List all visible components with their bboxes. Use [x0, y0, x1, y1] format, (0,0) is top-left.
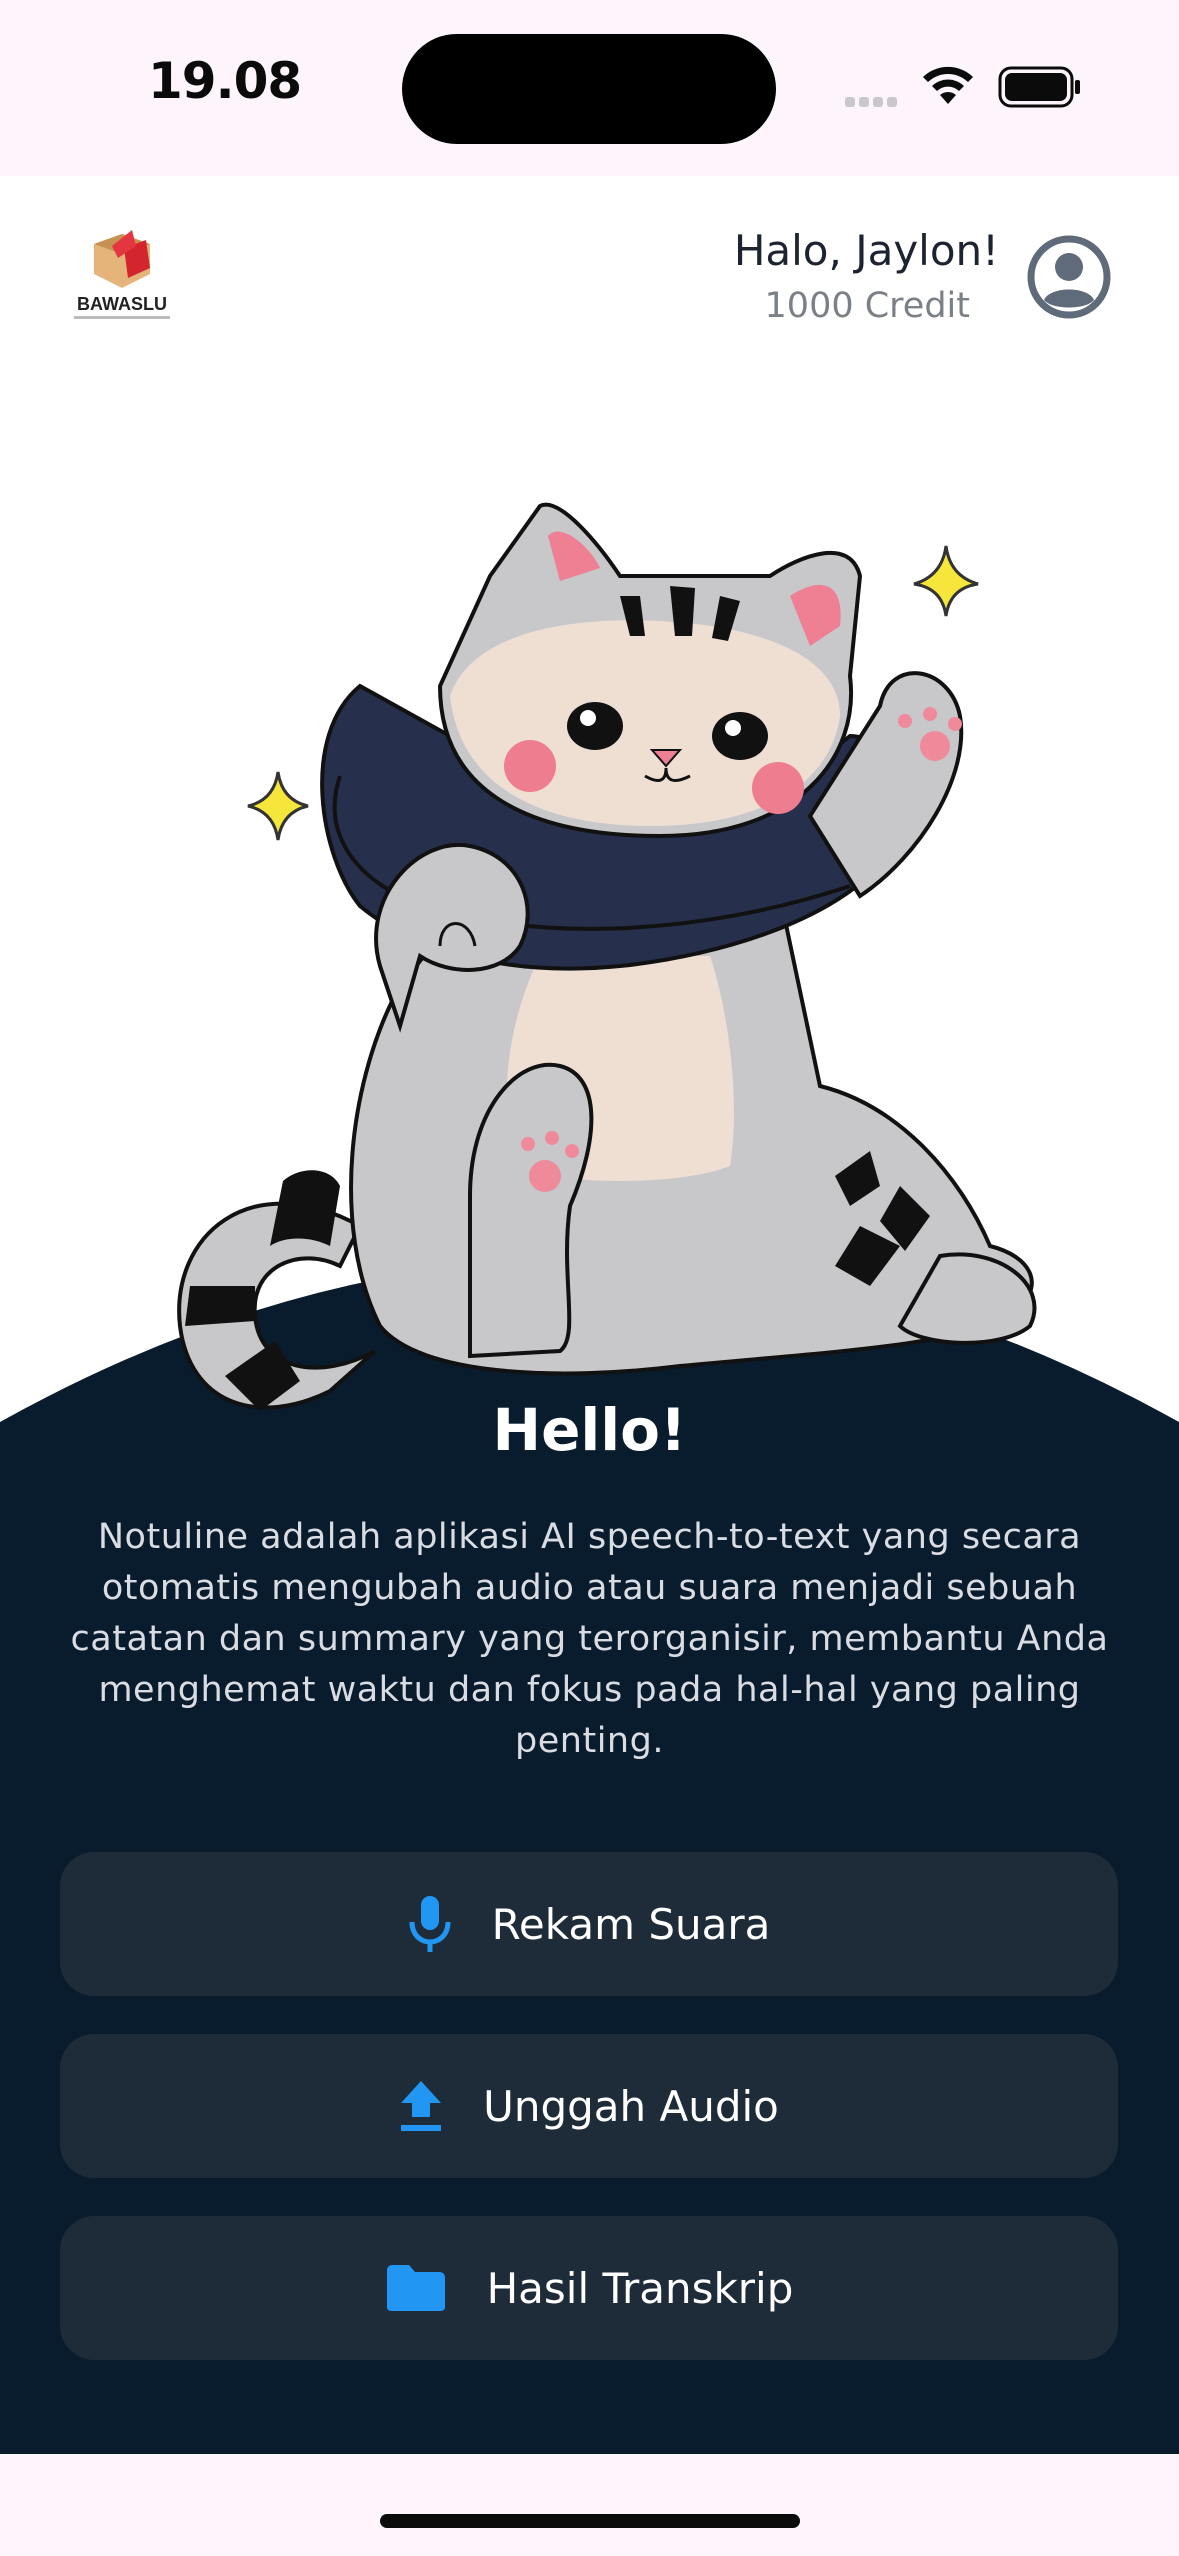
credit-balance: 1000 Credit [764, 286, 970, 326]
record-audio-label: Rekam Suara [491, 1899, 771, 1949]
microphone-icon [409, 1896, 451, 1952]
logo-text: BAWASLU [77, 294, 167, 314]
record-audio-button[interactable]: Rekam Suara [60, 1852, 1118, 1996]
greeting-text: Halo, Jaylon! [733, 226, 999, 275]
sparkle-icon [247, 771, 309, 841]
waving-tabby-cat-icon [177, 502, 1037, 1411]
home-screen: BAWASLU Halo, Jaylon! 1000 Credit Hello!… [0, 176, 1179, 2454]
transcript-results-label: Hasil Transkrip [486, 2263, 794, 2313]
sparkle-icon [913, 545, 979, 617]
transcript-results-button[interactable]: Hasil Transkrip [60, 2216, 1118, 2360]
upload-icon [401, 2081, 442, 2131]
account-circle-icon[interactable] [1026, 234, 1112, 320]
home-indicator-area [0, 2454, 1179, 2556]
folder-icon [386, 2265, 445, 2311]
status-bar: 19.08 [0, 0, 1179, 176]
status-time: 19.08 [148, 52, 302, 110]
battery-icon [998, 66, 1080, 108]
upload-audio-button[interactable]: Unggah Audio [60, 2034, 1118, 2178]
bawaslu-logo: BAWASLU [72, 228, 172, 328]
hero-description: Notuline adalah aplikasi AI speech-to-te… [70, 1517, 1109, 1761]
hero-title: Hello! [492, 1396, 687, 1464]
dynamic-island [402, 34, 776, 144]
cellular-signal-icon [845, 92, 905, 107]
wifi-icon [923, 66, 973, 104]
upload-audio-label: Unggah Audio [483, 2081, 779, 2131]
home-indicator[interactable] [380, 2514, 800, 2528]
